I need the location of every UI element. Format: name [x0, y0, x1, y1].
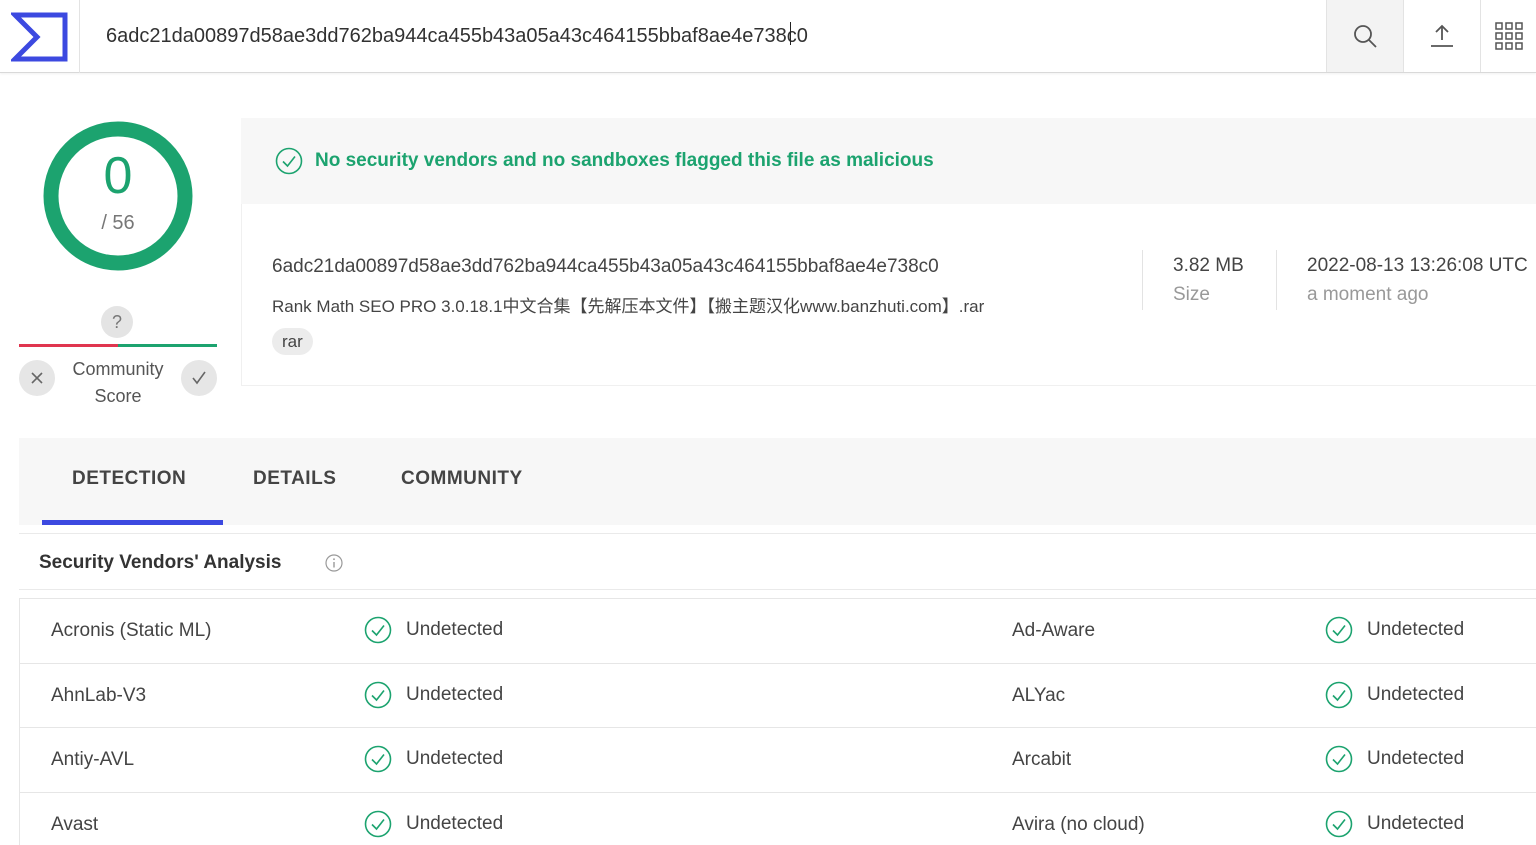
close-icon [31, 372, 43, 384]
check-icon [192, 371, 206, 385]
community-score-label: Community Score [72, 359, 164, 406]
vendor-name: Arcabit [1012, 749, 1072, 770]
apps-grid-icon [1494, 22, 1523, 50]
vendor-status: Undetected [1325, 745, 1464, 773]
check-circle-icon [1325, 745, 1353, 773]
table-row: Antiy-AVL Undetected Arcabit Undetected [20, 728, 1536, 793]
vendor-name: Avast [51, 813, 99, 835]
file-type-tag[interactable]: rar [272, 328, 313, 355]
tab-community[interactable]: COMMUNITY [401, 468, 523, 490]
file-hash: 6adc21da00897d58ae3dd762ba944ca455b43a05… [272, 256, 939, 277]
vendor-status: Undetected [364, 745, 503, 773]
info-icon[interactable] [325, 554, 343, 572]
search-input[interactable] [81, 0, 1325, 72]
vendor-status: Undetected [1325, 616, 1464, 644]
file-info-panel: 6adc21da00897d58ae3dd762ba944ca455b43a05… [241, 204, 1536, 386]
vendor-name: Avira (no cloud) [1012, 813, 1145, 835]
top-bar [0, 0, 1536, 73]
community-score-badge: ? [101, 306, 133, 338]
file-size-label: Size [1173, 284, 1210, 305]
tab-detection[interactable]: DETECTION [72, 468, 186, 490]
vendor-status: Undetected [1325, 681, 1464, 709]
file-name: Rank Math SEO PRO 3.0.18.1中文合集【先解压本文件】【搬… [272, 297, 985, 316]
upload-button[interactable] [1403, 0, 1480, 72]
text-caret [790, 22, 791, 45]
check-circle-icon [364, 616, 392, 644]
community-bar-harmless [118, 344, 217, 347]
vendor-status: Undetected [364, 810, 503, 838]
active-tab-indicator [42, 520, 223, 525]
vendor-status: Undetected [1325, 810, 1464, 838]
search-button[interactable] [1326, 0, 1403, 72]
tab-bar: DETECTION DETAILS COMMUNITY [19, 438, 1536, 525]
analysis-date-relative: a moment ago [1307, 284, 1429, 305]
analysis-date: 2022-08-13 13:26:08 UTC [1307, 255, 1528, 276]
table-row: AhnLab-V3 Undetected ALYac Undetected [20, 664, 1536, 728]
vendor-name: ALYac [1012, 684, 1066, 706]
section-title: Security Vendors' Analysis [39, 552, 282, 573]
detection-count: 0 [103, 147, 133, 205]
search-icon [1354, 25, 1377, 48]
vote-harmless-button[interactable] [181, 360, 217, 396]
engine-total: / 56 [101, 212, 135, 234]
verdict-text: No security vendors and no sandboxes fla… [315, 150, 934, 171]
table-row: Avast Undetected Avira (no cloud) Undete… [20, 793, 1536, 845]
file-size: 3.82 MB [1173, 255, 1244, 276]
vendor-name: AhnLab-V3 [51, 684, 147, 706]
check-circle-icon [275, 147, 303, 175]
tab-details[interactable]: DETAILS [253, 468, 336, 490]
check-circle-icon [1325, 681, 1353, 708]
check-circle-icon [364, 810, 392, 837]
virustotal-logo-icon[interactable] [0, 0, 80, 73]
apps-grid-button[interactable] [1480, 0, 1536, 72]
table-row: Acronis (Static ML) Undetected Ad-Aware … [20, 599, 1536, 664]
divider [1276, 250, 1277, 310]
section-header: Security Vendors' Analysis [19, 533, 1536, 590]
vendors-table: Acronis (Static ML) Undetected Ad-Aware … [19, 598, 1536, 845]
divider [1142, 250, 1143, 310]
check-circle-icon [1325, 616, 1353, 644]
community-bar-harmful [19, 344, 118, 347]
vendor-name: Acronis (Static ML) [51, 620, 212, 641]
check-circle-icon [1325, 810, 1353, 837]
check-circle-icon [364, 681, 392, 708]
upload-icon [1431, 24, 1453, 47]
verdict-banner: No security vendors and no sandboxes fla… [241, 118, 1536, 204]
vendor-name: Ad-Aware [1012, 620, 1096, 641]
vendor-status: Undetected [364, 616, 503, 644]
vendor-name: Antiy-AVL [51, 749, 135, 770]
check-circle-icon [364, 745, 392, 773]
vote-harmful-button[interactable] [19, 360, 55, 396]
vendor-status: Undetected [364, 681, 503, 709]
